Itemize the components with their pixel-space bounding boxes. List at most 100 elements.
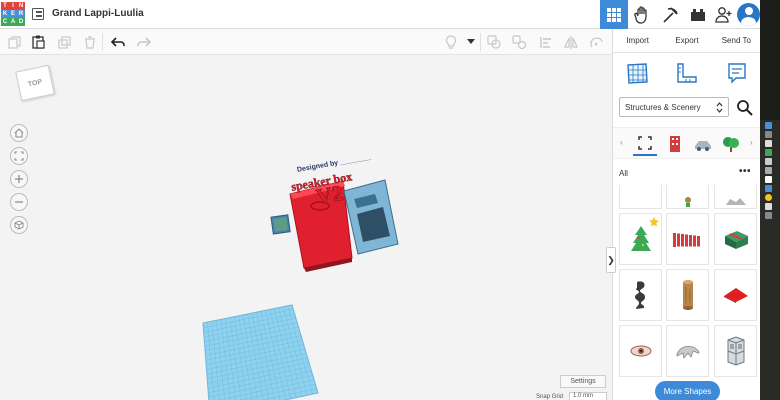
copy-icon	[7, 35, 21, 49]
logo-letter: A	[9, 18, 17, 26]
extension-icon[interactable]	[765, 158, 772, 165]
view-cube-label: TOP	[27, 78, 43, 88]
more-options-icon[interactable]: •••	[739, 166, 751, 177]
category-thumb-building[interactable]	[663, 132, 687, 156]
shape-tile[interactable]	[714, 325, 757, 377]
notes-tool-button[interactable]	[725, 61, 749, 85]
home-view-button[interactable]	[10, 124, 28, 142]
workplane-canvas[interactable]: Designed by ________ speaker box V2	[0, 56, 612, 400]
shape-tile[interactable]	[619, 185, 662, 209]
window-edge-strip-top	[760, 0, 780, 120]
paste-button[interactable]	[30, 34, 46, 50]
fit-view-button[interactable]	[10, 147, 28, 165]
logo-letter: I	[9, 2, 17, 10]
user-avatar[interactable]	[737, 3, 760, 26]
gray-vehicle-icon	[695, 141, 711, 151]
glove-icon	[634, 5, 647, 24]
glove-button[interactable]	[628, 0, 656, 29]
ungroup-icon	[512, 35, 526, 49]
dragon-icon	[676, 345, 699, 359]
grid-view-icon	[607, 7, 621, 22]
light-dropdown[interactable]	[463, 34, 479, 50]
duplicate-icon	[57, 35, 71, 49]
extension-icon[interactable]	[765, 140, 772, 147]
tinkercad-logo[interactable]: TINKERCAD	[1, 2, 25, 26]
eye-icon	[630, 345, 651, 357]
shape-tile[interactable]	[619, 325, 662, 377]
undo-button[interactable]	[110, 34, 126, 50]
collapse-panel-button[interactable]: ❯	[606, 247, 616, 273]
logo-letter: T	[1, 2, 9, 10]
invite-button[interactable]	[710, 0, 738, 29]
extension-icon[interactable]	[765, 131, 772, 138]
align-icon	[539, 36, 551, 48]
star-favorite-icon	[649, 217, 659, 227]
workplane-icon	[590, 37, 603, 48]
extension-icon[interactable]	[765, 212, 772, 219]
green-gift-icon	[724, 231, 748, 249]
cruise-button[interactable]	[588, 34, 604, 50]
light-button[interactable]	[443, 34, 459, 50]
build-button[interactable]	[656, 0, 684, 29]
zoom-in-button[interactable]	[10, 170, 28, 188]
workplane-grid-icon	[627, 63, 648, 84]
gray-rock-icon	[725, 198, 746, 205]
extension-icon[interactable]	[765, 185, 772, 192]
shape-tile[interactable]	[666, 213, 709, 265]
design-menu-icon[interactable]	[32, 8, 44, 20]
extension-icon[interactable]	[765, 194, 772, 201]
carousel-left-icon[interactable]: ‹	[620, 138, 623, 147]
category-thumb-vehicle[interactable]	[691, 132, 715, 156]
extension-icon[interactable]	[765, 167, 772, 174]
duplicate-button[interactable]	[56, 34, 72, 50]
logo-letter: N	[17, 2, 25, 10]
home-icon	[14, 128, 24, 138]
redo-icon	[137, 37, 151, 47]
group-button[interactable]	[486, 34, 502, 50]
design-title[interactable]: Grand Lappi-Luulia	[52, 8, 144, 19]
bricks-button[interactable]	[684, 0, 712, 29]
red-tile-icon	[723, 288, 748, 303]
shapes-panel: Import Export Send To Structures & Scene…	[612, 29, 761, 400]
extension-icon[interactable]	[765, 203, 772, 210]
category-label: Structures & Scenery	[625, 102, 701, 112]
delete-button[interactable]	[82, 34, 98, 50]
send-to-button[interactable]: Send To	[712, 29, 761, 52]
copy-button[interactable]	[6, 34, 22, 50]
workplane-area[interactable]: Designed by ________ speaker box V2 TOP	[0, 56, 612, 400]
model-version-text: V2	[314, 180, 345, 209]
extension-icon[interactable]	[765, 122, 772, 129]
carousel-right-icon[interactable]: ›	[750, 138, 753, 147]
zoom-out-icon	[15, 201, 23, 203]
shape-tile[interactable]	[666, 325, 709, 377]
snap-grid-select[interactable]: 1.0 mm	[569, 392, 607, 400]
grid-view-button[interactable]	[600, 0, 628, 29]
mirror-button[interactable]	[563, 34, 579, 50]
redo-button[interactable]	[136, 34, 152, 50]
ruler-tool-button[interactable]	[675, 61, 699, 85]
category-thumb-tree[interactable]	[719, 132, 743, 156]
align-button[interactable]	[538, 34, 554, 50]
shape-tile[interactable]	[714, 185, 757, 209]
red-building-icon	[670, 136, 680, 152]
perspective-button[interactable]	[10, 216, 28, 234]
shape-tile[interactable]	[714, 269, 757, 321]
export-button[interactable]: Export	[662, 29, 711, 52]
settings-button[interactable]: Settings	[560, 375, 606, 388]
shape-tile[interactable]	[666, 185, 709, 209]
shape-tile[interactable]	[619, 213, 662, 265]
more-shapes-button[interactable]: More Shapes	[655, 381, 720, 400]
ungroup-button[interactable]	[511, 34, 527, 50]
import-button[interactable]: Import	[613, 29, 662, 52]
extension-icon[interactable]	[765, 176, 772, 183]
shape-tile[interactable]	[666, 269, 709, 321]
extension-icon[interactable]	[765, 149, 772, 156]
logo-letter: C	[1, 18, 9, 26]
workplane-tool-button[interactable]	[625, 61, 649, 85]
shape-category-dropdown[interactable]: Structures & Scenery	[619, 97, 729, 117]
shape-tile[interactable]	[714, 213, 757, 265]
zoom-out-button[interactable]	[10, 193, 28, 211]
shape-tile[interactable]	[619, 269, 662, 321]
category-thumb-selection[interactable]	[633, 132, 657, 156]
search-button[interactable]	[736, 99, 754, 117]
